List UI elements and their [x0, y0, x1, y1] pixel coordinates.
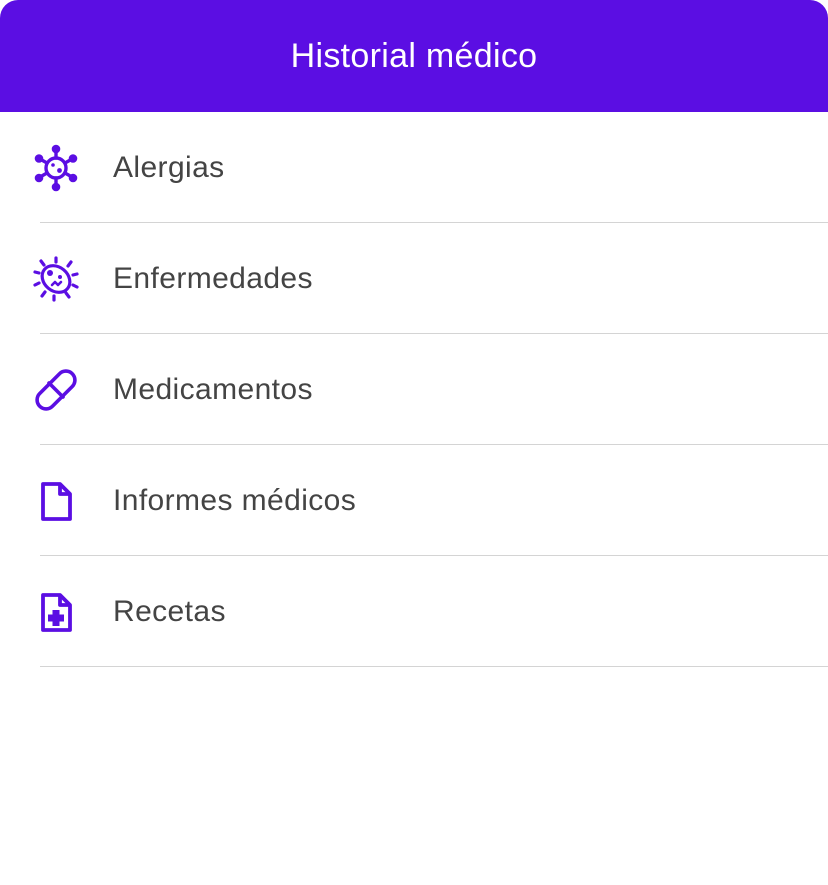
menu-item-label: Recetas — [113, 594, 226, 628]
menu-item-recetas[interactable]: Recetas — [0, 556, 828, 667]
menu-item-label: Alergias — [113, 150, 225, 184]
medical-history-menu: Alergias Enfermedades Medicamentos Infor… — [0, 112, 828, 667]
menu-item-enfermedades[interactable]: Enfermedades — [0, 223, 828, 334]
prescription-document-icon — [32, 588, 80, 636]
menu-item-alergias[interactable]: Alergias — [0, 112, 828, 223]
menu-item-medicamentos[interactable]: Medicamentos — [0, 334, 828, 445]
menu-item-label: Enfermedades — [113, 261, 313, 295]
virus-icon — [32, 144, 80, 192]
document-icon — [32, 477, 80, 525]
app-header: Historial médico — [0, 0, 828, 112]
menu-item-label: Medicamentos — [113, 372, 313, 406]
pill-icon — [32, 366, 80, 414]
menu-item-informes-medicos[interactable]: Informes médicos — [0, 445, 828, 556]
medical-history-screen: Historial médico Alergias Enfermedades M… — [0, 0, 828, 885]
bacteria-icon — [32, 255, 80, 303]
menu-item-label: Informes médicos — [113, 483, 357, 517]
page-title: Historial médico — [290, 36, 538, 75]
